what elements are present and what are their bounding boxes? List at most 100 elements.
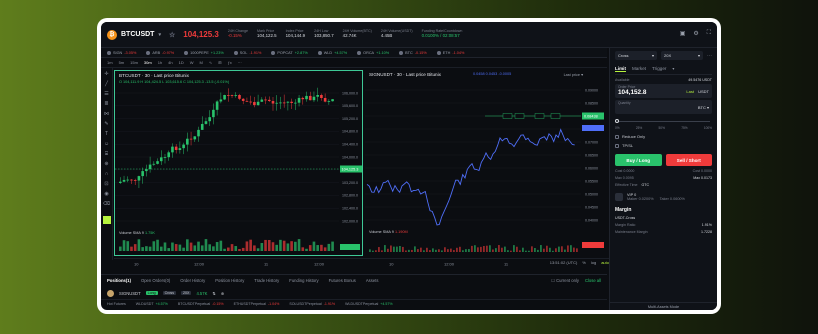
tab-1[interactable]: Open Orders(0)	[141, 278, 170, 283]
ruler-icon[interactable]: ⌸	[105, 152, 108, 157]
hot-item[interactable]: WLDUSDT +4.57%	[136, 302, 168, 306]
leverage-select[interactable]: 20X ▾	[661, 51, 703, 60]
ticker-item[interactable]: BTC -0.15%	[399, 50, 427, 55]
ticker-item[interactable]: WLD +4.57%	[317, 50, 347, 55]
add-icon[interactable]: ⊕	[221, 291, 225, 296]
tab-market[interactable]: Market	[632, 66, 646, 72]
star-icon[interactable]: ☆	[169, 31, 175, 39]
interval-12[interactable]: ⋯	[238, 60, 242, 65]
auto-scale-toggle[interactable]: auto	[601, 260, 609, 265]
time-in-force-select[interactable]: GTC	[642, 183, 650, 187]
emoji-icon[interactable]: ☺	[104, 142, 109, 147]
sign-line-chart[interactable]: 0.090000.085000.080000.075000.070000.065…	[365, 70, 609, 256]
symbol-name: BTCUSDT	[121, 31, 155, 38]
tab-trigger[interactable]: Trigger	[652, 66, 666, 72]
sign-chart-pane[interactable]: SIGNUSDT · 30 · Last price Bitunix 0.045…	[365, 70, 609, 256]
close-all-button[interactable]: Close all	[585, 278, 601, 283]
current-only-toggle[interactable]: ☐ Current only	[551, 278, 579, 283]
margin-mode-select[interactable]: Cross ▾	[615, 51, 657, 60]
eye-icon[interactable]: ◉	[104, 192, 108, 197]
interval-5[interactable]: 4h	[168, 60, 172, 65]
hot-item[interactable]: WLDUSDTPerpetual +4.57%	[345, 302, 392, 306]
tab-6[interactable]: Futures Bonus	[329, 278, 356, 283]
last-price-button[interactable]: Last	[686, 89, 694, 94]
log-scale-toggle[interactable]: log	[591, 260, 596, 265]
tab-3[interactable]: Position History	[215, 278, 244, 283]
candle	[215, 101, 219, 110]
magnet-icon[interactable]: ∩	[105, 172, 109, 177]
zoom-icon[interactable]: ⊕	[104, 162, 108, 167]
symbol-selector[interactable]: ₿ BTCUSDT ▾ ☆	[107, 29, 175, 40]
ticker-item[interactable]: SIGN -3.05%	[107, 50, 137, 55]
last-price: 104,125.3	[183, 30, 219, 39]
tab-0[interactable]: Positions(1)	[107, 278, 131, 283]
slider-mark[interactable]: 50%	[659, 126, 665, 130]
percent-scale-toggle[interactable]: %	[582, 260, 586, 265]
reduce-only-checkbox[interactable]: Reduce Only	[615, 134, 712, 139]
quantity-unit-select[interactable]: BTC ▾	[698, 105, 709, 110]
interval-0[interactable]: 1m	[107, 60, 113, 65]
interval-2[interactable]: 15m	[130, 60, 138, 65]
sell-short-button[interactable]: Sell / Short	[665, 154, 712, 166]
crosshair-icon[interactable]: ✛	[104, 72, 108, 77]
brush-icon[interactable]: ✎	[104, 122, 108, 127]
hot-item[interactable]: ETHUSDTPerpetual -1.04%	[234, 302, 280, 306]
color-swatch[interactable]	[102, 216, 111, 224]
trash-icon[interactable]: ⌫	[103, 202, 110, 207]
horizontal-line-icon[interactable]: ☰	[104, 92, 108, 97]
ticker-item[interactable]: ETH -1.04%	[436, 50, 464, 55]
more-icon[interactable]: ⋯	[707, 53, 712, 59]
interval-3[interactable]: 30m	[144, 60, 152, 65]
settings-icon[interactable]: ⚙	[693, 30, 698, 37]
tab-4[interactable]: Trade History	[254, 278, 279, 283]
interval-4[interactable]: 1h	[158, 60, 162, 65]
slider-mark[interactable]: 0%	[615, 126, 620, 130]
tab-limit[interactable]: Limit	[615, 66, 626, 72]
btc-chart-pane[interactable]: BTCUSDT · 30 · Last price Bitunix O 104,…	[114, 70, 363, 256]
interval-9[interactable]: ∿	[209, 60, 212, 65]
text-icon[interactable]: T	[105, 132, 108, 137]
slider-mark[interactable]: 100%	[704, 126, 712, 130]
buy-long-button[interactable]: Buy / Long	[615, 154, 662, 166]
order-price-input[interactable]: Order Price 104,152.8 Last USDT	[615, 84, 712, 98]
position-row[interactable]: SIGNUSDT Long Cross 20X 4.57K ⇅ ⊕	[101, 288, 607, 298]
margin-account[interactable]: USDT-Cross	[615, 216, 712, 220]
ticker-item[interactable]: ARB -0.97%	[146, 50, 174, 55]
slider-mark[interactable]: 25%	[636, 126, 642, 130]
interval-6[interactable]: 1D	[179, 60, 184, 65]
ticker-item[interactable]: 1000PEPE +1.23%	[184, 50, 224, 55]
tab-2[interactable]: Order History	[180, 278, 205, 283]
ticker-item[interactable]: POPCAT +2.87%	[271, 50, 308, 55]
fib-icon[interactable]: ≣	[104, 102, 108, 107]
last-price-selector[interactable]: Last price ▾	[564, 72, 583, 77]
ticker-item[interactable]: ORCA +1.10%	[357, 50, 389, 55]
quantity-input[interactable]: Quantity BTC ▾	[615, 100, 712, 114]
share-icon[interactable]: ⇅	[212, 291, 216, 296]
interval-7[interactable]: W	[190, 60, 194, 65]
utc-clock[interactable]: 13:51:02 (UTC)	[550, 260, 578, 265]
ticker-change: -3.05%	[124, 50, 137, 55]
quantity-slider[interactable]	[615, 118, 712, 126]
interval-8[interactable]: M	[200, 60, 203, 65]
tab-7[interactable]: Assets	[366, 278, 379, 283]
multi-assets-mode[interactable]: Multi-Assets Mode	[610, 302, 717, 310]
lock-icon[interactable]: ⊡	[104, 182, 108, 187]
hot-item[interactable]: Hot Futures	[107, 302, 126, 306]
trend-line-icon[interactable]: ╱	[105, 82, 108, 87]
ticker-item[interactable]: SOL -1.91%	[233, 50, 261, 55]
interval-1[interactable]: 5m	[119, 60, 125, 65]
slider-knob[interactable]	[615, 119, 619, 123]
calculator-icon[interactable]: ▣	[680, 30, 686, 37]
btc-candlestick-chart[interactable]: 106,000.0 105,600.0 105,200.0 104,800.0 104,…	[115, 71, 362, 255]
y-tick-label: 0.06500	[585, 153, 598, 157]
hot-item[interactable]: SOLUSDTPerpetual -1.91%	[289, 302, 335, 306]
pattern-icon[interactable]: ⋈	[104, 112, 109, 117]
hot-item[interactable]: BTCUSDTPerpetual -0.15%	[178, 302, 224, 306]
slider-mark[interactable]: 75%	[681, 126, 687, 130]
fullscreen-icon[interactable]: ⛶	[707, 30, 711, 37]
interval-10[interactable]: ⊞	[218, 60, 221, 65]
interval-11[interactable]: ƒx	[228, 60, 232, 65]
tpsl-checkbox[interactable]: TP/SL	[615, 143, 712, 148]
tab-5[interactable]: Funding History	[289, 278, 318, 283]
volume-bar	[435, 249, 437, 252]
